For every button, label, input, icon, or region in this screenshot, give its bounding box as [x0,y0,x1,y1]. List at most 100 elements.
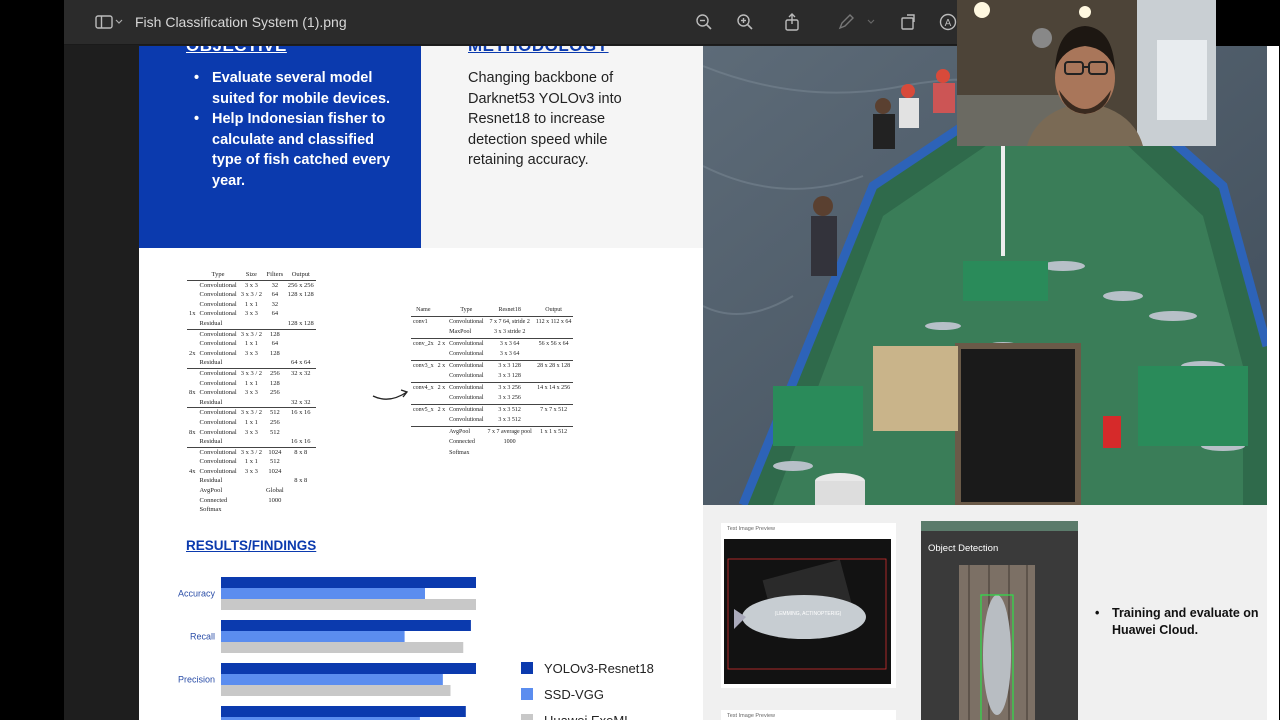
table-cell: 32 x 32 [290,398,311,406]
table-cell: 2 x [435,403,448,415]
table-cell: AvgPool [199,487,223,495]
phone-screenshot: Object Detection [921,521,1078,720]
bar-huawei-exeml [221,599,476,610]
phone-detection-image [959,565,1035,720]
table-row: Convolutional 3 x 3 64 [411,349,573,360]
table-cell: Convolutional [449,373,484,379]
table-cell: 7 x 7 average pool [485,425,534,437]
table-header: Type [197,270,239,281]
table-cell: 1 x 1 [244,379,258,387]
table-cell: Convolutional [199,300,237,308]
markup-icon[interactable] [836,12,856,32]
table-cell [411,327,436,338]
table-cell: 7 x 7 x 512 [533,403,574,415]
webcam-overlay [957,0,1216,146]
table-cell: 3 x 3 / 2 [240,291,263,299]
table-cell [286,457,316,467]
table-cell [264,358,286,368]
table-header: Size [238,270,265,281]
table-row: Residual 16 x 16 [187,437,316,447]
table-cell [286,467,316,477]
detection-label: (LEMMING, ACTINOPTERIG) [775,611,842,617]
zoom-out-icon[interactable] [694,12,714,32]
table-cell: Convolutional [199,467,237,475]
table-cell: Softmax [199,506,222,514]
table-cell: Residual [199,359,223,367]
accessibility-icon[interactable]: A [938,12,958,32]
table-cell [286,309,316,319]
table-cell: Convolutional [199,281,237,289]
table-cell: 16 x 16 [285,407,316,418]
table-row: Convolutional 3 x 3 / 2 64 128 x 128 [187,290,316,300]
table-header: Output [285,270,316,281]
table-row: Convolutional 3 x 3 / 2 128 [187,328,316,340]
table-cell: 1 x 1 x 512 [533,425,574,437]
table-cell: 3 x 3 / 2 [238,446,265,458]
table-cell [187,280,198,290]
table-cell: 3 x 3 [244,310,258,318]
table-cell [286,418,316,428]
table-row: Residual 128 x 128 [187,319,316,329]
table-cell [239,496,264,506]
legend-label: SSD-VGG [544,687,604,702]
table-cell: Convolutional [449,351,484,357]
table-cell [534,327,574,338]
table-cell [436,371,448,382]
table-row: Residual 8 x 8 [187,476,316,486]
table-cell: AvgPool [447,425,486,437]
table-cell: conv3_x [411,359,436,371]
table-row: conv4_x 2 x Convolutional 3 x 3 256 14 x 14 … [411,381,574,393]
darknet53-table: Type Size Filters Output Convolutional 3 … [187,270,316,515]
table-row: 8x Convolutional 3 x 3 256 [187,388,316,398]
table-cell: Residual [199,477,223,485]
table-cell: Convolutional [447,381,486,393]
table-cell: 3 x 3 / 2 [238,328,265,340]
table-cell [436,393,448,404]
zoom-in-icon[interactable] [735,12,755,32]
table-row: Softmax [187,505,316,515]
category-label: Recall [190,632,215,642]
table-cell: conv5_x [411,403,436,415]
table-cell: 8x [189,428,196,436]
table-row: 2x Convolutional 3 x 3 128 [187,349,316,359]
preview-label: Test Image Preview [727,526,775,532]
table-row: Convolutional 1 x 1 32 [187,300,316,310]
chevron-down-icon[interactable] [866,12,876,32]
table-cell [264,505,286,515]
share-icon[interactable] [782,12,802,32]
table-cell [239,476,264,486]
sidebar-icon[interactable] [94,12,114,32]
table-cell [239,486,264,496]
table-row: Convolutional 3 x 3 128 [411,371,573,382]
fish-detection-image: (LEMMING, ACTINOPTERIG) [724,539,891,684]
legend-label: Huawei ExeML [544,713,631,720]
table-row: conv_2x 2 x Convolutional 3 x 3 64 56 x 56 x… [411,337,574,349]
table-row: MaxPool 3 x 3 stride 2 [411,327,573,338]
table-cell [285,328,316,340]
rotate-icon[interactable] [898,12,918,32]
table-cell: 256 [264,367,286,379]
table-cell: Convolutional [447,315,486,327]
legend-swatch [521,688,533,700]
bar-yolov3-resnet18 [221,706,466,717]
table-cell: 2 x [435,359,448,371]
resnet18-table-body: conv1 Convolutional 7 x 7 64, stride 2 112 … [411,315,574,458]
test-image-preview: Test Image Preview [721,710,896,720]
table-cell: Softmax [449,449,470,456]
table-cell [187,407,198,418]
table-cell: Convolutional [199,310,237,318]
table-cell: 1024 [264,446,286,458]
table-cell [239,505,264,515]
table-cell: conv_2x [411,337,436,349]
table-header: Type [447,305,486,317]
table-cell: 28 x 28 x 128 [533,359,574,371]
table-cell [239,437,264,447]
chevron-down-icon[interactable] [114,12,124,32]
table-cell [239,358,264,368]
table-cell: 3 x 3 256 [485,381,534,393]
table-cell [187,379,198,389]
table-cell [286,388,316,398]
table-cell [187,358,198,368]
table-cell: 3 x 3 [244,467,258,475]
table-cell: Convolutional [447,337,486,349]
